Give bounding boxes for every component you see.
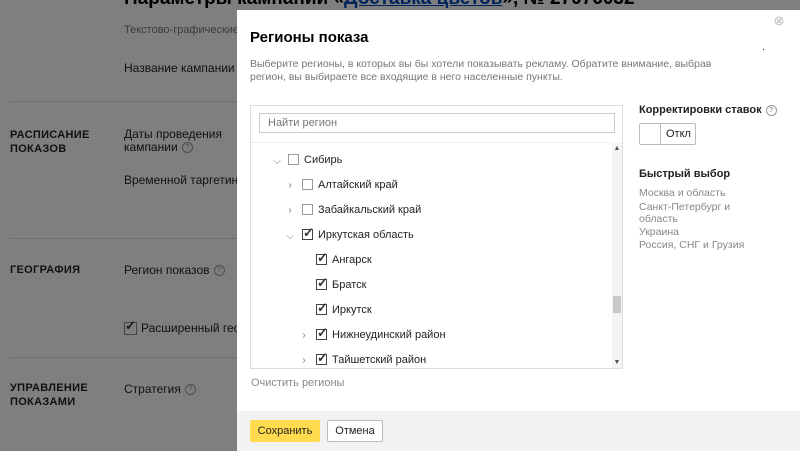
divider [251,142,611,143]
chevron-down-icon[interactable]: ⌵ [272,157,282,167]
chevron-right-icon[interactable]: › [285,206,295,216]
tree-item-zabaikalsky[interactable]: Забайкальский край [302,200,421,220]
checkmark-icon: ✓ [317,249,328,265]
checkbox[interactable]: ✓ [316,349,328,365]
toggle-label: Откл [666,128,691,140]
tree-item-label: Алтайский край [318,179,398,191]
checkbox[interactable]: ✓ [302,224,314,240]
quick-select-spb[interactable]: Санкт-Петербург и область [639,201,749,225]
tree-item-irkutsk-oblast[interactable]: ✓ Иркутская область [302,225,414,245]
quick-select-title: Быстрый выбор [639,168,731,180]
checkmark-icon: ✓ [317,349,328,365]
modal-title: Регионы показа [250,29,369,46]
tree-item-label: Братск [332,279,367,291]
quick-select-russia-cis[interactable]: Россия, СНГ и Грузия [639,239,744,251]
tree-item-angarsk[interactable]: ✓ Ангарск [316,250,372,270]
checkbox[interactable] [288,153,299,165]
checkmark-icon: ✓ [317,274,328,290]
tree-item-label: Иркутская область [318,229,414,241]
tree-item-taishet[interactable]: ✓ Тайшетский район [316,350,426,370]
checkbox[interactable]: ✓ [316,274,328,290]
chevron-right-icon[interactable]: › [299,331,309,341]
cancel-button[interactable]: Отмена [327,420,383,442]
bid-adjustments-toggle[interactable]: Откл [639,123,696,145]
scrollbar-thumb[interactable] [613,296,621,313]
region-search-input[interactable] [259,113,615,133]
checkbox[interactable] [302,203,313,215]
bid-adjustments-text: Корректировки ставок [639,104,762,116]
checkmark-icon: ✓ [317,299,328,315]
close-icon[interactable]: ⊗ [772,14,786,28]
chevron-right-icon[interactable]: › [299,356,309,366]
tree-item-label: Ангарск [332,254,372,266]
modal-description: Выберите регионы, в которых вы бы хотели… [250,58,712,83]
bid-adjustments-title: Корректировки ставок? [639,104,777,116]
quick-select-moscow[interactable]: Москва и область [639,187,725,199]
tree-item-label: Сибирь [304,154,343,166]
quick-select-ukraine[interactable]: Украина [639,226,679,238]
checkbox[interactable]: ✓ [316,249,328,265]
tree-item-irkutsk[interactable]: ✓ Иркутск [316,300,372,320]
modal-footer [237,411,800,451]
tree-scrollbar[interactable] [612,143,622,368]
dot-mark: . [762,41,766,53]
tree-item-nizhneudinsk[interactable]: ✓ Нижнеудинский район [316,325,446,345]
chevron-right-icon[interactable]: › [285,181,295,191]
checkmark-icon: ✓ [317,324,328,340]
checkbox[interactable] [302,178,313,190]
scroll-up-icon[interactable]: ▲ [612,144,622,153]
tree-item-altai[interactable]: Алтайский край [302,175,398,195]
clear-regions-link[interactable]: Очистить регионы [251,377,344,389]
checkbox[interactable]: ✓ [316,299,328,315]
save-button[interactable]: Сохранить [250,420,320,442]
tree-item-label: Тайшетский район [332,354,427,366]
checkmark-icon: ✓ [303,224,314,240]
chevron-down-icon[interactable]: ⌵ [285,232,295,242]
tree-item-label: Нижнеудинский район [332,329,446,341]
tree-item-siberia[interactable]: Сибирь [288,150,342,170]
scroll-down-icon[interactable]: ▼ [612,358,622,367]
help-icon[interactable]: ? [765,104,777,116]
tree-item-bratsk[interactable]: ✓ Братск [316,275,366,295]
tree-item-label: Иркутск [332,304,372,316]
tree-item-label: Забайкальский край [318,204,422,216]
toggle-knob [640,124,661,144]
checkbox[interactable]: ✓ [316,324,328,340]
